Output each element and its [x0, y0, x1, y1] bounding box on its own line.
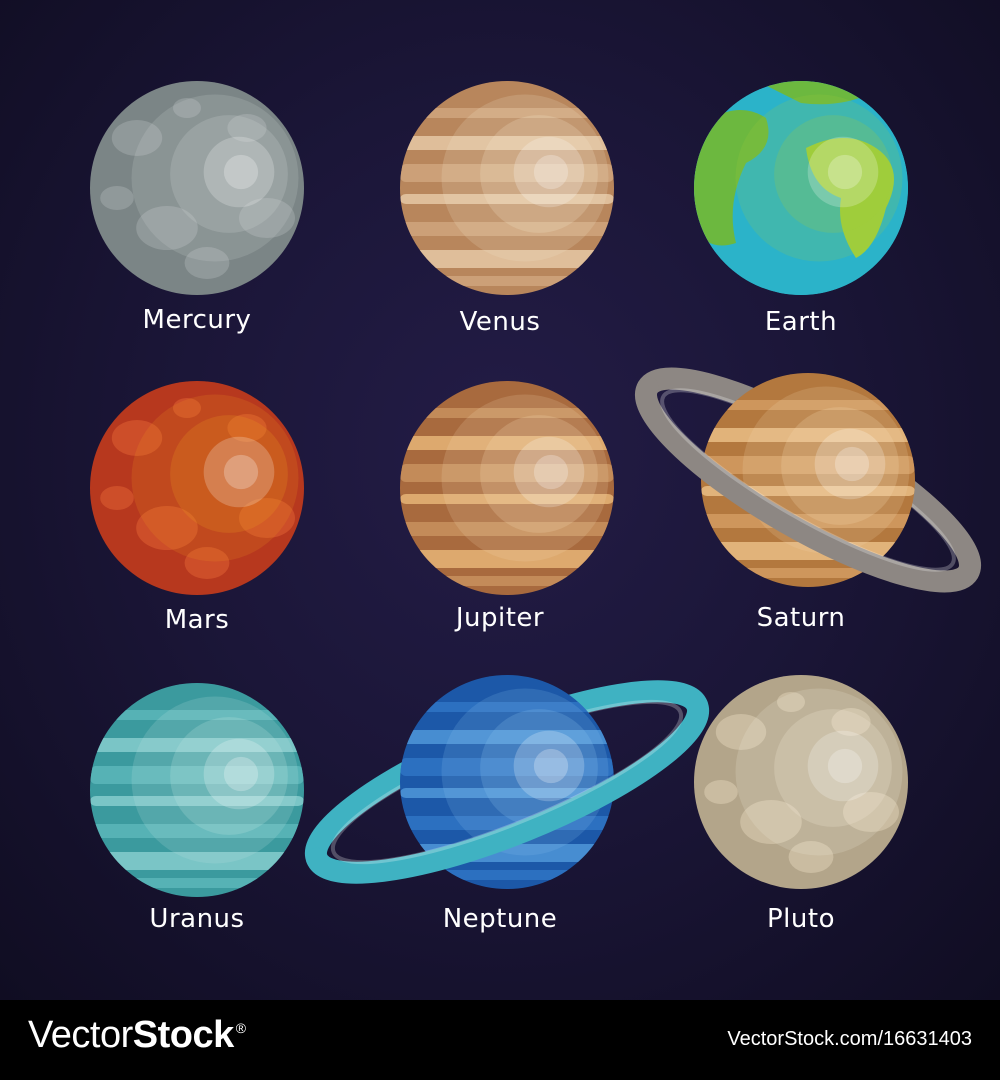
mars-label: Mars — [164, 605, 230, 635]
earth-label: Earth — [764, 307, 838, 337]
saturn-label: Saturn — [756, 603, 846, 633]
brand-bold-text: Stock — [132, 1014, 234, 1056]
pluto-label: Pluto — [767, 904, 835, 934]
watermark-footer: VectorStock ® VectorStock.com/16631403 — [0, 1000, 1000, 1080]
mars-planet — [90, 381, 304, 595]
vectorstock-logo: VectorStock ® — [28, 1014, 246, 1057]
image-id-url: VectorStock.com/16631403 — [727, 1028, 972, 1050]
uranus-label: Uranus — [149, 904, 245, 934]
planets-canvas — [90, 81, 981, 897]
venus-planet — [400, 81, 614, 295]
jupiter-planet — [400, 381, 614, 595]
earth-planet — [694, 81, 908, 295]
mercury-label: Mercury — [142, 305, 252, 335]
solar-system-illustration: Mercury Venus Earth Mars Jupiter Saturn … — [0, 0, 1000, 1000]
registered-mark: ® — [235, 1020, 246, 1037]
jupiter-label: Jupiter — [455, 603, 545, 633]
neptune-label: Neptune — [442, 904, 558, 934]
brand-light-text: Vector — [28, 1014, 133, 1056]
venus-label: Venus — [459, 307, 541, 337]
uranus-planet — [90, 683, 304, 897]
pluto-planet — [694, 675, 908, 889]
mercury-planet — [90, 81, 304, 295]
